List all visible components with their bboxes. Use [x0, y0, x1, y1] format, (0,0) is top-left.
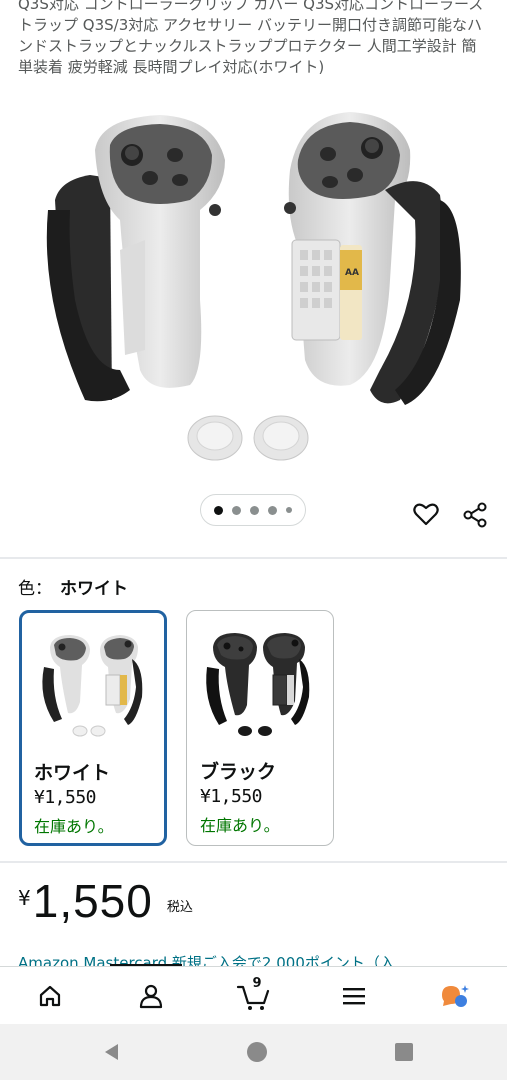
product-image-gallery[interactable]: AA [0, 100, 507, 490]
pagination-dot[interactable] [214, 505, 223, 515]
cart-count-badge: 9 [252, 976, 262, 991]
variant-name: ブラック [200, 761, 277, 783]
right-controller-image: AA [284, 112, 461, 405]
system-home-button[interactable] [245, 1040, 269, 1064]
back-icon [105, 1044, 118, 1060]
nav-menu-button[interactable] [337, 979, 371, 1013]
share-icon [463, 502, 487, 528]
nav-home-button[interactable] [33, 979, 67, 1013]
home-icon [39, 985, 61, 1007]
home-circle-icon [247, 1042, 267, 1062]
left-controller-image [46, 115, 225, 402]
system-navigation-bar [0, 1024, 507, 1080]
variant-option-black[interactable]: ブラック ¥1,550 在庫あり。 [186, 610, 334, 846]
recents-icon [395, 1043, 413, 1061]
pagination-dot[interactable] [268, 505, 277, 515]
bottom-navigation-bar [0, 966, 507, 1024]
pagination-dot[interactable] [286, 507, 292, 513]
menu-icon [343, 988, 365, 1005]
account-icon [139, 984, 163, 1009]
thumbstick-caps-image [187, 415, 309, 461]
rufus-icon [442, 985, 469, 1007]
pagination-dot[interactable] [250, 505, 259, 515]
variant-label: 色： [18, 579, 52, 599]
variant-stock-status: 在庫あり。 [200, 816, 280, 835]
wishlist-button[interactable] [412, 500, 440, 528]
product-price: ¥ 1,550 税込 [18, 874, 193, 928]
variant-thumbnail-white [42, 635, 143, 737]
variant-thumbnail-black [206, 633, 310, 736]
battery-label: AA [345, 268, 359, 278]
system-back-button[interactable] [100, 1040, 124, 1064]
tax-note: 税込 [166, 900, 193, 915]
variant-label-row: 色： ホワイト [18, 574, 128, 599]
variant-price: ¥1,550 [200, 786, 263, 807]
section-divider [0, 557, 507, 559]
share-button[interactable] [460, 500, 490, 530]
variant-price: ¥1,550 [34, 787, 97, 808]
price-currency: ¥ [18, 886, 31, 910]
price-amount: 1,550 [32, 875, 153, 927]
variant-stock-status: 在庫あり。 [34, 817, 114, 836]
variant-name: ホワイト [34, 762, 111, 784]
section-divider [0, 861, 507, 863]
nav-rufus-button[interactable] [438, 979, 472, 1013]
product-title: Q3S対応 コントローラーグリップ カバー Q3S対応コントローラーストラップ … [18, 0, 484, 76]
heart-icon [413, 503, 439, 526]
nav-account-button[interactable] [134, 979, 168, 1013]
variant-option-white[interactable]: ホワイト ¥1,550 在庫あり。 [19, 610, 167, 846]
system-recents-button[interactable] [392, 1040, 416, 1064]
variant-selected-value: ホワイト [60, 579, 128, 599]
gallery-pagination[interactable] [200, 494, 306, 526]
pagination-dot[interactable] [232, 505, 241, 515]
